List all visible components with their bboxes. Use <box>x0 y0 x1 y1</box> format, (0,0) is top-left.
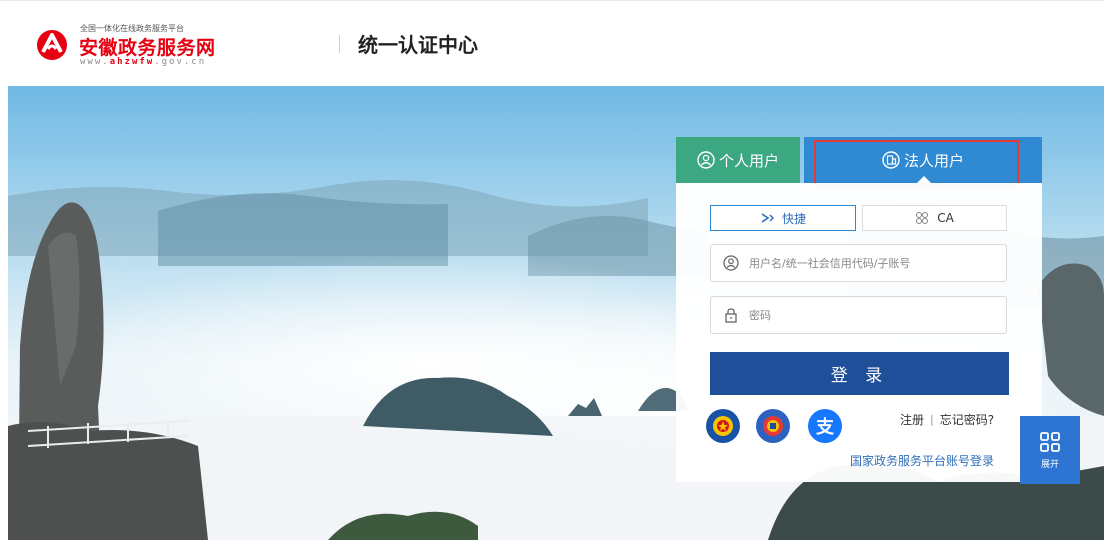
quick-icon <box>761 213 774 223</box>
police-emblem-icon <box>709 412 737 440</box>
username-input[interactable] <box>749 256 989 270</box>
username-field[interactable] <box>710 244 1007 282</box>
lock-icon <box>725 308 737 323</box>
expand-panel-button[interactable]: 展开 <box>1020 416 1080 484</box>
forgot-password-link[interactable]: 忘记密码? <box>940 411 994 428</box>
site-logo[interactable]: 全国一体化在线政务服务平台 安徽政务服务网 www.ahzwfw.gov.cn <box>34 23 234 71</box>
tab-personal-user[interactable]: 个人用户 <box>676 137 800 183</box>
mode-quick-button[interactable]: 快捷 <box>710 205 856 231</box>
grid-icon <box>1040 431 1060 452</box>
expand-label: 展开 <box>1040 459 1059 470</box>
mode-ca-label: CA <box>937 211 954 225</box>
mode-quick-label: 快捷 <box>781 211 806 226</box>
header: 全国一体化在线政务服务平台 安徽政务服务网 www.ahzwfw.gov.cn … <box>0 0 1104 86</box>
logo-mark-icon <box>37 30 67 60</box>
tax-login-button[interactable] <box>756 409 790 443</box>
alipay-icon: 支 <box>816 417 834 438</box>
logo-name: 安徽政务服务网 <box>79 37 216 59</box>
tax-emblem-icon <box>759 412 787 440</box>
link-separator: | <box>930 413 934 426</box>
highlight-box <box>814 140 1019 185</box>
page-title: 统一认证中心 <box>358 33 478 57</box>
ca-icon <box>916 211 929 225</box>
register-link[interactable]: 注册 <box>900 411 924 428</box>
logo-url-suffix: .gov.cn <box>154 57 207 67</box>
header-divider <box>339 35 340 53</box>
national-platform-login-link[interactable]: 国家政务服务平台账号登录 <box>850 452 994 469</box>
mode-ca-button[interactable]: CA <box>862 205 1007 231</box>
tab-personal-label: 个人用户 <box>718 151 779 170</box>
login-button[interactable]: 登 录 <box>710 352 1009 395</box>
logo-url: www.ahzwfw.gov.cn <box>80 57 206 67</box>
login-form: 快捷 CA 用户名/统一社会信用代码/子账号 登 录 支 注册 | 忘记密码? … <box>676 183 1042 482</box>
account-links: 注册 | 忘记密码? <box>900 411 994 428</box>
person-circle-icon <box>697 151 715 169</box>
alipay-login-button[interactable]: 支 <box>808 409 842 443</box>
police-login-button[interactable] <box>706 409 740 443</box>
page: 全国一体化在线政务服务平台 安徽政务服务网 www.ahzwfw.gov.cn … <box>0 0 1104 540</box>
logo-url-brand: ahzwfw <box>109 57 155 67</box>
login-card: 个人用户 法人用户 快捷 CA 用户名/统一社会信用代码/子账号 登 录 支 注… <box>676 137 1042 482</box>
logo-url-prefix: www. <box>80 57 110 67</box>
password-field[interactable] <box>710 296 1007 334</box>
user-icon <box>723 255 739 271</box>
password-input[interactable] <box>749 308 989 322</box>
